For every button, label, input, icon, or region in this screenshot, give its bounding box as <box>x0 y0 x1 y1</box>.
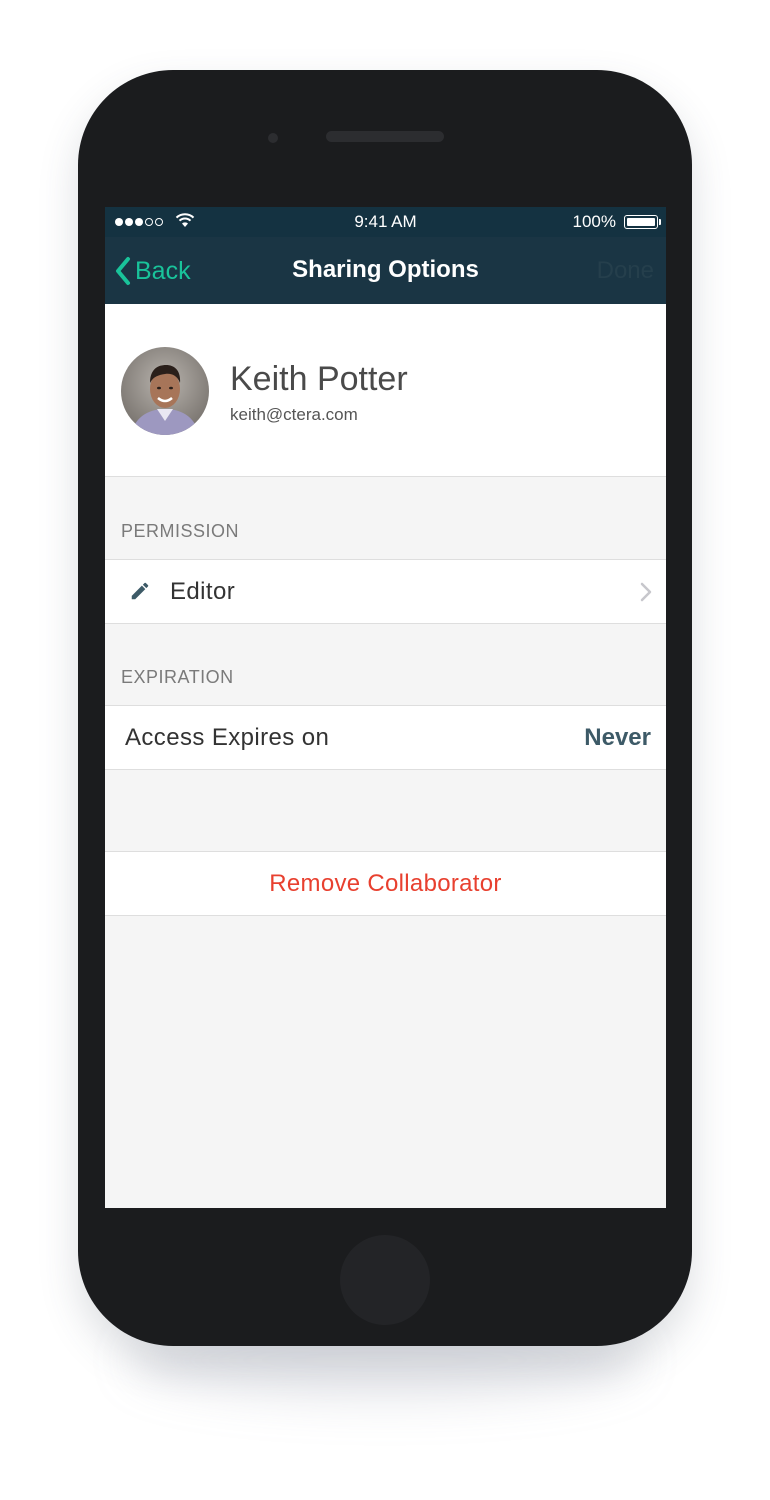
collaborator-name: Keith Potter <box>230 360 408 398</box>
expiration-value: Never <box>584 724 651 751</box>
permission-row[interactable]: Editor <box>105 559 666 624</box>
expiration-label: Access Expires on <box>125 724 330 751</box>
navigation-bar: Back Sharing Options Done <box>105 237 666 304</box>
expiration-row[interactable]: Access Expires on Never <box>105 705 666 770</box>
collaborator-profile: Keith Potter keith@ctera.com <box>105 304 666 477</box>
home-button[interactable] <box>340 1235 430 1325</box>
status-bar: 9:41 AM 100% <box>105 207 666 237</box>
page-title: Sharing Options <box>292 256 479 283</box>
remove-collaborator-label: Remove Collaborator <box>269 870 502 897</box>
phone-screen: 9:41 AM 100% Back Sharing Options Done K… <box>105 207 666 1208</box>
avatar-image <box>121 347 209 435</box>
chevron-right-icon <box>640 582 652 602</box>
speaker-grille <box>326 131 444 142</box>
collaborator-email: keith@ctera.com <box>230 405 358 424</box>
battery-icon <box>624 215 658 229</box>
phone-frame: 9:41 AM 100% Back Sharing Options Done K… <box>78 70 692 1346</box>
pencil-icon <box>131 582 149 600</box>
permission-value: Editor <box>170 578 236 605</box>
battery-percentage: 100% <box>572 212 616 231</box>
stage: 9:41 AM 100% Back Sharing Options Done K… <box>0 0 770 1500</box>
expiration-section-header: EXPIRATION <box>121 667 234 687</box>
remove-collaborator-button[interactable]: Remove Collaborator <box>105 851 666 916</box>
avatar <box>121 347 209 435</box>
camera-icon <box>268 133 278 143</box>
permission-section-header: PERMISSION <box>121 521 240 541</box>
done-button[interactable]: Done <box>597 257 654 285</box>
